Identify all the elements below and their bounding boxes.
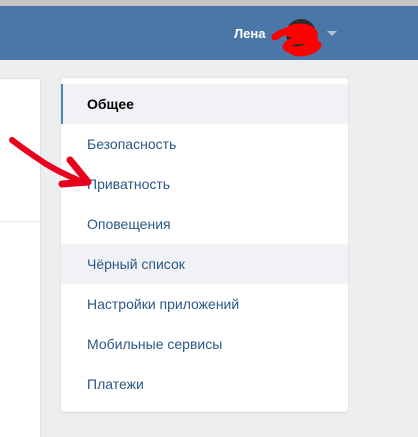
- content-card: [0, 78, 41, 437]
- menu-list: Общее Безопасность Приватность Оповещени…: [61, 84, 348, 404]
- content-divider: [0, 221, 40, 222]
- avatar[interactable]: [286, 19, 316, 49]
- menu-item-label: Приватность: [87, 176, 171, 192]
- header: Лена: [0, 6, 418, 60]
- menu-item-label: Настройки приложений: [87, 296, 240, 312]
- menu-item-label: Мобильные сервисы: [87, 336, 223, 352]
- menu-item-security[interactable]: Безопасность: [61, 124, 348, 164]
- menu-item-label: Платежи: [87, 376, 144, 392]
- menu-item-app-settings[interactable]: Настройки приложений: [61, 284, 348, 324]
- menu-item-notifications[interactable]: Оповещения: [61, 204, 348, 244]
- menu-item-general[interactable]: Общее: [61, 84, 348, 124]
- menu-item-mobile-services[interactable]: Мобильные сервисы: [61, 324, 348, 364]
- menu-item-label: Оповещения: [87, 216, 171, 232]
- menu-item-label: Чёрный список: [87, 256, 185, 272]
- menu-item-label: Безопасность: [87, 136, 177, 152]
- user-menu[interactable]: Лена: [226, 14, 418, 54]
- settings-menu: Общее Безопасность Приватность Оповещени…: [61, 78, 348, 412]
- chevron-down-icon[interactable]: [327, 31, 337, 36]
- menu-item-privacy[interactable]: Приватность: [61, 164, 348, 204]
- user-name: Лена: [234, 26, 266, 41]
- menu-item-label: Общее: [87, 96, 134, 112]
- menu-item-payments[interactable]: Платежи: [61, 364, 348, 404]
- menu-item-blacklist[interactable]: Чёрный список: [61, 244, 348, 284]
